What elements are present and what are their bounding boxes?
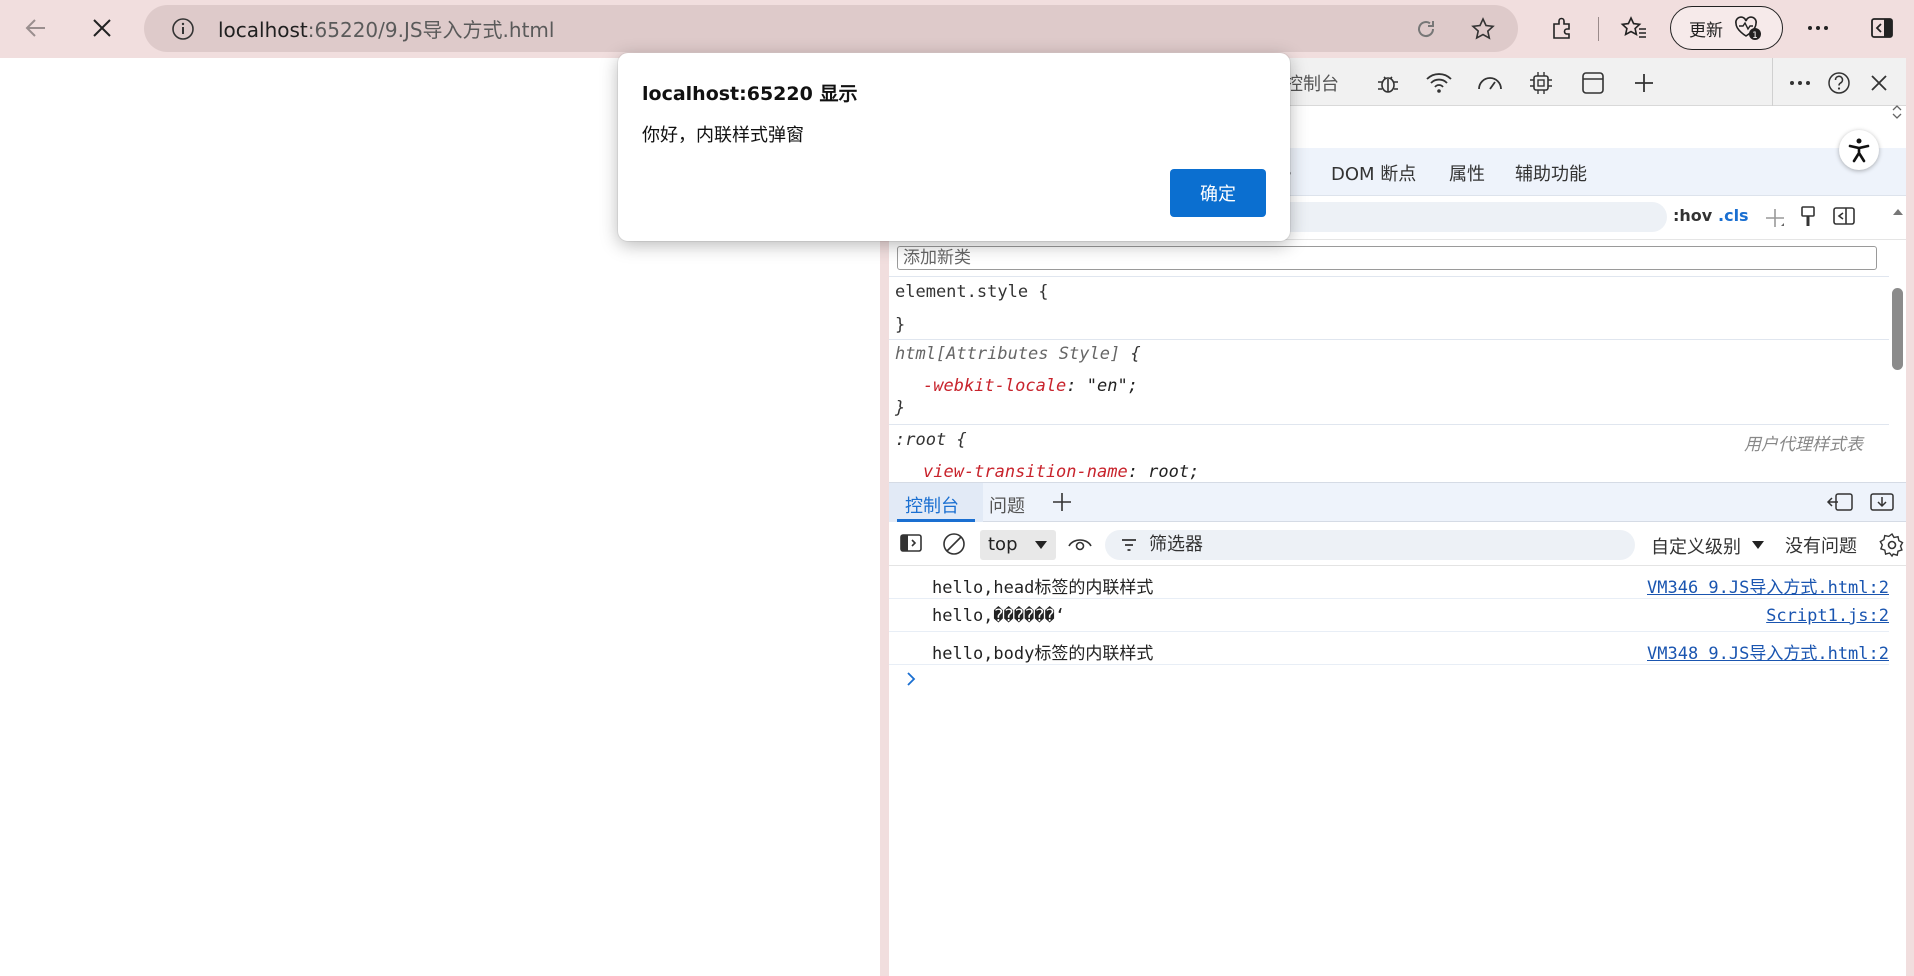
tab-accessibility[interactable]: 辅助功能 [1515, 160, 1587, 186]
paintbrush-icon[interactable] [1799, 205, 1817, 229]
tab-dom-breakpoints[interactable]: DOM 断点 [1331, 160, 1416, 186]
add-class-input[interactable]: 添加新类 [897, 246, 1877, 270]
log-levels-dropdown[interactable]: 自定义级别 [1651, 533, 1741, 559]
dialog-message: 你好，内联样式弹窗 [642, 125, 804, 146]
more-horizontal-icon [1790, 81, 1810, 85]
context-selector[interactable]: top [980, 530, 1056, 560]
help-button[interactable] [1824, 68, 1854, 98]
toggle-sidebar-icon[interactable] [1832, 206, 1856, 226]
scrollbar-thumb[interactable] [1892, 288, 1903, 370]
tab-issues[interactable]: 问题 [989, 492, 1025, 518]
info-icon[interactable] [170, 16, 196, 42]
performance-tab-button[interactable] [1475, 68, 1505, 98]
application-tab-button[interactable] [1578, 68, 1608, 98]
issues-counter[interactable]: 没有问题 [1785, 532, 1857, 558]
update-badge: 1 [1752, 31, 1758, 41]
html-attributes-rule[interactable]: html[Attributes Style] { [895, 344, 1141, 364]
chip-icon [1530, 72, 1552, 94]
rule-close-brace: } [895, 398, 906, 418]
arrow-left-icon [25, 19, 45, 37]
network-tab-button[interactable] [1424, 68, 1454, 98]
console-prompt-icon[interactable] [905, 670, 917, 688]
sidebar-toggle-button[interactable] [1862, 8, 1902, 48]
tab-console[interactable]: 控制台 [905, 492, 959, 518]
alert-dialog: localhost:65220 显示 你好，内联样式弹窗 确定 [618, 53, 1290, 241]
back-button[interactable] [16, 8, 56, 48]
dropdown-arrow-icon[interactable] [1751, 540, 1765, 550]
close-devtools-button[interactable] [1864, 68, 1894, 98]
css-declaration[interactable]: view-transition-name: root; [923, 462, 1199, 480]
plus-icon[interactable] [1051, 491, 1073, 513]
more-horizontal-icon [1808, 26, 1828, 30]
url-text[interactable]: localhost:65220/9.JS导入方式.html [218, 14, 554, 43]
bug-icon [1378, 76, 1398, 93]
element-style-selector[interactable]: element.style { [895, 282, 1049, 302]
devtools-menu-button[interactable] [1785, 68, 1815, 98]
console-message: hello,body标签的内联样式 VM348 9.JS导入方式.html:2 [889, 632, 1889, 665]
hov-toggle[interactable]: :hov [1673, 206, 1712, 225]
clear-console-icon[interactable] [942, 532, 966, 556]
ok-button[interactable]: 确定 [1170, 169, 1266, 217]
console-message: hello,������‘ Script1.js:2 [889, 599, 1889, 632]
cls-toggle[interactable]: .cls [1718, 206, 1749, 225]
dock-drawer-icon[interactable] [1826, 491, 1854, 513]
stop-loading-button[interactable] [82, 8, 122, 48]
close-icon [93, 19, 111, 37]
user-agent-stylesheet-label: 用户代理样式表 [1744, 435, 1863, 455]
console-toolbar: top 筛选器 自定义级别 没有问题 [889, 522, 1906, 566]
devtools-tab-console[interactable]: 控制台 [1285, 70, 1339, 96]
puzzle-icon [1553, 17, 1570, 39]
gear-icon[interactable] [1879, 532, 1905, 558]
drawer-tabs: 控制台 问题 [889, 482, 1906, 522]
show-sidebar-icon[interactable] [899, 533, 923, 553]
gauge-icon [1478, 77, 1502, 90]
dropdown-arrow-icon [1035, 541, 1047, 549]
window-icon [1582, 72, 1604, 94]
rule-divider [889, 276, 1889, 277]
address-bar[interactable]: localhost:65220/9.JS导入方式.html [144, 5, 1518, 52]
eye-icon[interactable] [1067, 534, 1093, 554]
update-button[interactable]: 更新 1 [1670, 6, 1783, 50]
toolbar-divider [1772, 58, 1773, 106]
toolbar-divider [1598, 17, 1599, 41]
accessibility-icon [1848, 138, 1870, 163]
favorites-button[interactable] [1614, 8, 1654, 48]
accessibility-button[interactable] [1839, 130, 1879, 170]
message-source-link[interactable]: VM348 9.JS导入方式.html:2 [1647, 639, 1889, 664]
sources-tab-button[interactable] [1373, 68, 1403, 98]
more-menu-button[interactable] [1798, 8, 1838, 48]
star-icon[interactable] [1470, 16, 1496, 42]
rule-divider [889, 339, 1889, 340]
refresh-icon[interactable] [1414, 17, 1438, 41]
plus-icon [1635, 74, 1653, 92]
minimize-drawer-icon[interactable] [1869, 491, 1895, 513]
panel-resize-icon[interactable] [1891, 104, 1903, 120]
rule-close-brace: } [895, 315, 906, 335]
memory-tab-button[interactable] [1526, 68, 1556, 98]
console-filter-input[interactable]: 筛选器 [1105, 530, 1635, 560]
message-source-link[interactable]: Script1.js:2 [1766, 606, 1889, 626]
heart-update-icon: 1 [1735, 16, 1761, 41]
css-declaration[interactable]: -webkit-locale: "en"; [923, 376, 1138, 396]
console-message: hello,head标签的内联样式 VM346 9.JS导入方式.html:2 [889, 566, 1889, 599]
scroll-up-icon[interactable] [1892, 208, 1904, 216]
favorites-icon [1620, 16, 1646, 38]
wifi-icon [1426, 73, 1452, 93]
rule-divider [889, 424, 1889, 425]
close-icon [1871, 75, 1887, 91]
more-tools-button[interactable] [1629, 68, 1659, 98]
help-icon [1828, 72, 1850, 94]
extensions-button[interactable] [1542, 8, 1582, 48]
sidebar-icon [1871, 18, 1893, 38]
new-style-rule-icon[interactable] [1763, 206, 1787, 230]
tab-properties[interactable]: 属性 [1449, 160, 1485, 186]
filter-icon [1122, 539, 1136, 551]
root-selector[interactable]: :root { [895, 430, 967, 450]
message-source-link[interactable]: VM346 9.JS导入方式.html:2 [1647, 573, 1889, 598]
dialog-title: localhost:65220 显示 [642, 83, 858, 105]
